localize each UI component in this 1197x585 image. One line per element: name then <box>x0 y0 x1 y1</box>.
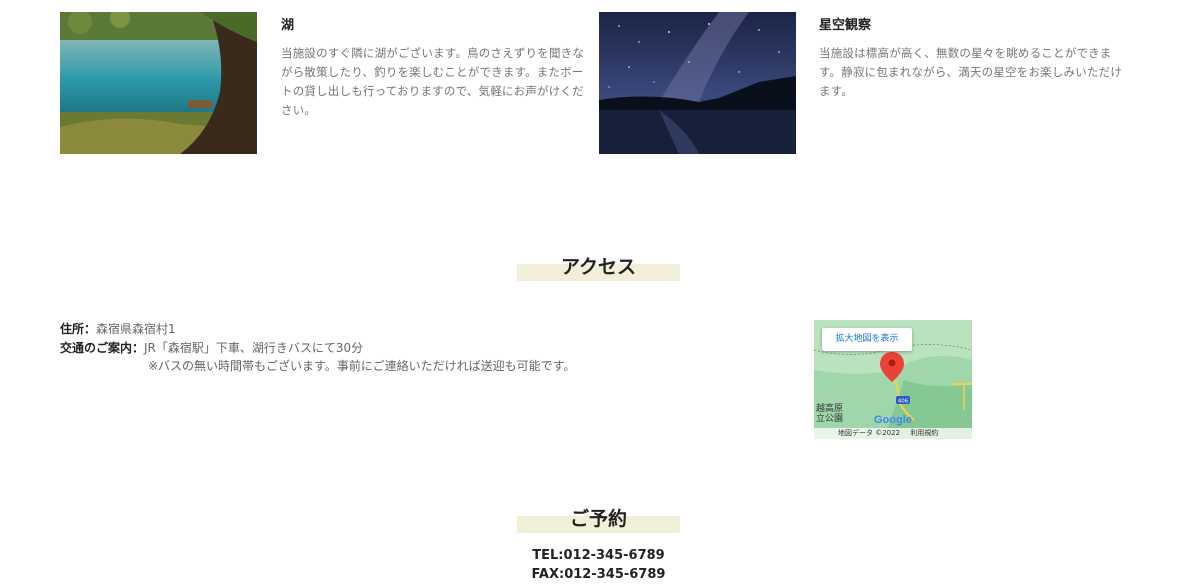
map-data-attribution: 地図データ ©2022 <box>838 429 901 437</box>
transport-value: JR「森宿駅」下車、湖行きバスにて30分 <box>144 341 364 355</box>
feature-title-stars: 星空観察 <box>819 18 872 33</box>
google-logo: Google <box>874 414 912 426</box>
access-heading-text: アクセス <box>560 256 637 278</box>
access-heading: アクセス <box>517 256 680 281</box>
map-terms-link[interactable]: 利用規約 <box>910 429 938 437</box>
transport-row: 交通のご案内：JR「森宿駅」下車、湖行きバスにて30分 <box>60 339 363 357</box>
map-footer: 地図データ ©2022 利用規約 <box>814 428 972 439</box>
lake-image <box>60 12 257 154</box>
starry-sky-image <box>599 12 796 154</box>
map-place-label: 越高原 立公園 <box>816 404 844 424</box>
address-label: 住所： <box>60 322 97 336</box>
address-value: 森宿県森宿村1 <box>96 322 176 336</box>
road-number: 406 <box>898 399 909 405</box>
transport-note: ※バスの無い時間帯もございます。事前にご連絡いただければ送迎も可能です。 <box>148 359 576 373</box>
fax-number: FAX:012-345-6789 <box>531 567 666 582</box>
transport-label: 交通のご案内： <box>60 341 145 355</box>
embedded-map[interactable]: 406 拡大地図を表示 越高原 立公園 Google 地図データ ©2022 利… <box>814 320 972 439</box>
road-406-marker: 406 <box>896 396 910 405</box>
enlarge-map-button[interactable]: 拡大地図を表示 <box>822 328 912 351</box>
reservation-heading: ご予約 <box>517 508 680 533</box>
reservation-heading-text: ご予約 <box>569 508 627 530</box>
address-row: 住所：森宿県森宿村1 <box>60 320 176 338</box>
feature-text-stars: 当施設は標高が高く、無数の星々を眺めることができます。静寂に包まれながら、満天の… <box>819 46 1123 98</box>
tel-number: TEL:012-345-6789 <box>532 548 665 563</box>
feature-title-lake: 湖 <box>281 18 295 33</box>
feature-text-lake: 当施設のすぐ隣に湖がございます。鳥のさえずりを聞きながら散策したり、釣りを楽しむ… <box>281 46 585 117</box>
